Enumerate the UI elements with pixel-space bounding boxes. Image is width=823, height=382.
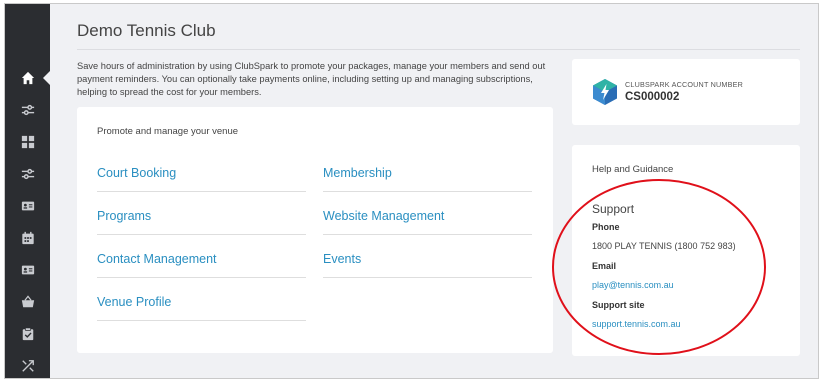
clubspark-logo-icon [593, 79, 617, 105]
link-cell: Court Booking [97, 165, 306, 192]
main-content: Demo Tennis Club Save hours of administr… [50, 4, 818, 378]
website-management-link[interactable]: Website Management [323, 208, 532, 224]
grid-icon [21, 135, 34, 149]
sidebar-item-shop[interactable] [5, 286, 50, 318]
account-number: CS000002 [625, 91, 680, 103]
link-cell: Venue Profile [97, 294, 306, 321]
page-title: Demo Tennis Club [77, 21, 216, 40]
email-label: Email [592, 261, 617, 271]
sidebar-item-members[interactable] [5, 190, 50, 222]
venue-profile-link[interactable]: Venue Profile [97, 294, 306, 310]
sidebar-item-home[interactable] [5, 62, 50, 94]
link-cell: Programs [97, 208, 306, 235]
account-card: CLUBSPARK ACCOUNT NUMBER CS000002 [572, 59, 800, 125]
membership-link[interactable]: Membership [323, 165, 532, 181]
contact-card-icon [21, 265, 34, 275]
help-heading: Help and Guidance [592, 164, 674, 175]
link-cell: Events [323, 251, 532, 278]
support-site-link[interactable]: support.tennis.com.au [592, 319, 681, 329]
calendar-icon [21, 231, 34, 245]
events-link[interactable]: Events [323, 251, 532, 267]
programs-link[interactable]: Programs [97, 208, 306, 224]
sidebar-item-calendar[interactable] [5, 222, 50, 254]
help-card: Help and Guidance Support Phone 1800 PLA… [572, 145, 800, 356]
clipboard-check-icon [22, 327, 33, 341]
email-link[interactable]: play@tennis.com.au [592, 280, 674, 290]
sidebar-item-settings[interactable] [5, 94, 50, 126]
link-cell: Contact Management [97, 251, 306, 278]
phone-value: 1800 PLAY TENNIS (1800 752 983) [592, 241, 736, 251]
shuffle-icon [21, 360, 34, 372]
app-window: Demo Tennis Club Save hours of administr… [4, 3, 819, 379]
promote-card: Promote and manage your venue Court Book… [77, 107, 553, 353]
support-title: Support [592, 202, 635, 216]
basket-icon [21, 295, 34, 308]
account-number-label: CLUBSPARK ACCOUNT NUMBER [625, 80, 743, 89]
id-card-icon [21, 201, 34, 211]
link-cell: Membership [323, 165, 532, 192]
support-site-label: Support site [592, 300, 645, 310]
contact-management-link[interactable]: Contact Management [97, 251, 306, 267]
home-icon [21, 71, 34, 85]
intro-text: Save hours of administration by using Cl… [77, 61, 546, 97]
title-divider [77, 49, 800, 50]
sidebar [5, 4, 50, 378]
sliders-icon [21, 168, 34, 180]
phone-label: Phone [592, 222, 620, 232]
sliders-icon [21, 104, 34, 116]
promote-heading: Promote and manage your venue [97, 126, 239, 137]
active-indicator [43, 71, 50, 85]
link-cell: Website Management [323, 208, 532, 235]
sidebar-item-filters[interactable] [5, 158, 50, 190]
court-booking-link[interactable]: Court Booking [97, 165, 306, 181]
sidebar-item-reports[interactable] [5, 350, 50, 378]
sidebar-item-dashboard[interactable] [5, 126, 50, 158]
sidebar-item-contacts[interactable] [5, 254, 50, 286]
sidebar-item-tasks[interactable] [5, 318, 50, 350]
